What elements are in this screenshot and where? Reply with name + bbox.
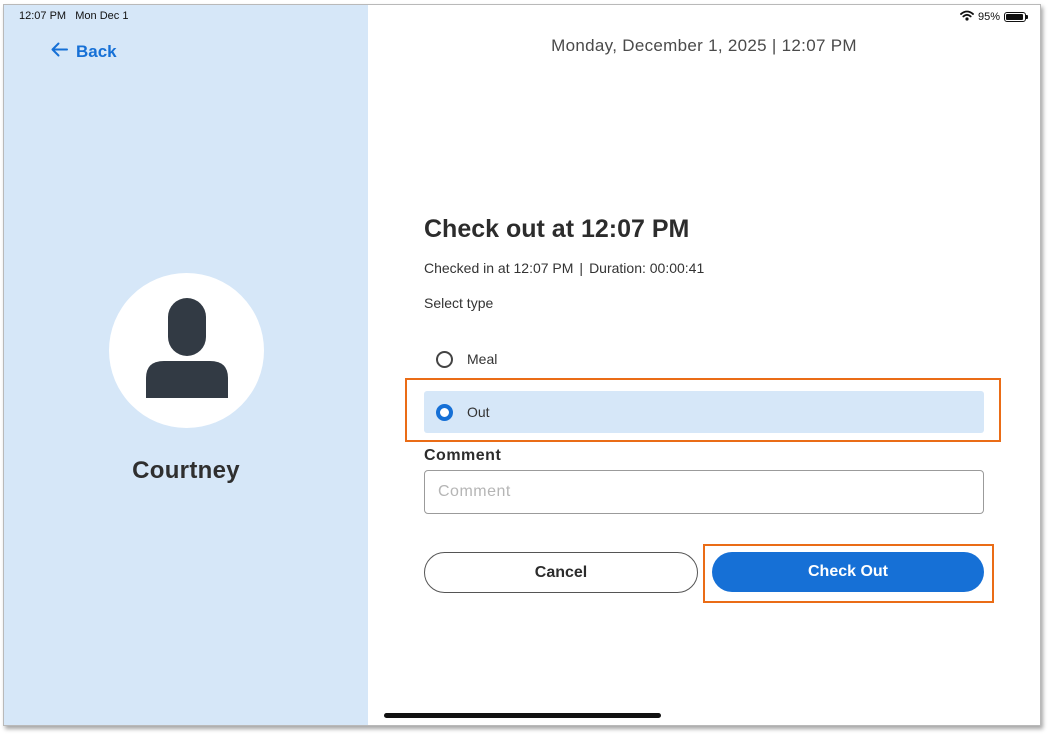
cancel-button[interactable]: Cancel [424,552,698,593]
radio-checked-icon[interactable] [436,403,453,421]
arrow-left-icon [51,42,68,62]
checkout-panel: 95% Monday, December 1, 2025 | 12:07 PM … [368,5,1040,725]
select-type-label: Select type [424,295,494,311]
app-window: 12:07 PM Mon Dec 1 Back Courtney 95% Mon… [3,4,1041,726]
page-title: Check out at 12:07 PM [424,215,690,243]
back-button[interactable]: Back [51,42,117,62]
home-indicator [384,713,661,718]
duration-text: Duration: 00:00:41 [589,260,705,276]
check-in-info: Checked in at 12:07 PM | Duration: 00:00… [424,260,704,276]
person-icon [145,298,228,403]
comment-input[interactable] [424,470,984,514]
user-name: Courtney [132,457,240,484]
battery-icon [1004,12,1028,22]
status-date: Mon Dec 1 [75,10,129,22]
radio-label-meal: Meal [467,351,498,367]
profile-panel: 12:07 PM Mon Dec 1 Back Courtney [4,5,368,725]
back-label: Back [76,42,117,61]
avatar [109,273,264,428]
battery-percent: 95% [977,11,1000,23]
status-time: 12:07 PM [19,10,67,22]
radio-label-out: Out [467,404,490,420]
info-separator: | [579,260,584,276]
radio-unchecked-icon[interactable] [436,350,453,368]
check-out-button[interactable]: Check Out [712,552,984,592]
comment-label: Comment [424,447,502,464]
header-datetime: Monday, December 1, 2025 | 12:07 PM [551,36,857,55]
wifi-icon [960,10,974,24]
status-bar-right: 95% [960,10,1028,24]
radio-option-out[interactable]: Out [424,391,984,433]
status-bar-time: 12:07 PM Mon Dec 1 [19,10,128,22]
checked-in-text: Checked in at 12:07 PM [424,260,574,276]
radio-option-meal[interactable]: Meal [424,338,984,380]
